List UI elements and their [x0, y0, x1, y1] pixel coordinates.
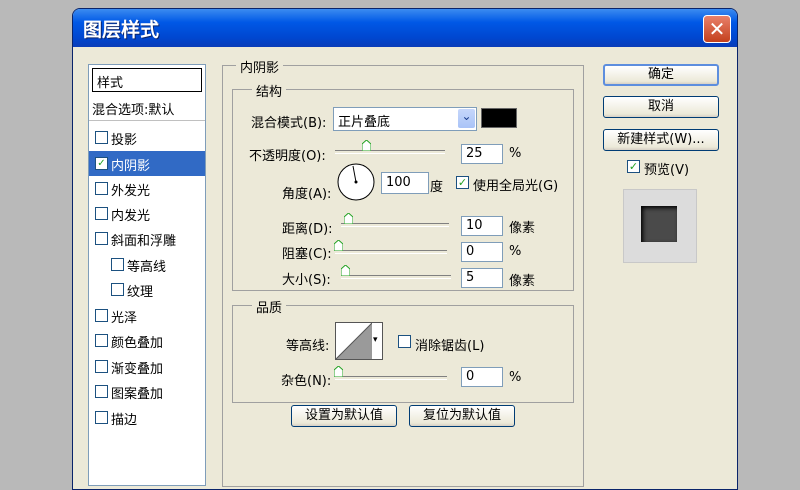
sidebar-item-label: 颜色叠加 — [111, 336, 164, 351]
choke-unit: % — [509, 244, 522, 259]
sidebar-item-drop-shadow[interactable]: 投影 — [89, 125, 205, 150]
outer-glow-checkbox[interactable] — [95, 182, 108, 195]
distance-label: 距离(D): — [282, 222, 333, 237]
ok-button[interactable]: 确定 — [603, 64, 719, 86]
blend-options-label: 混合选项:默认 — [92, 103, 175, 118]
preview-swatch — [641, 206, 677, 242]
blend-mode-select[interactable]: 正片叠底 ⌄ — [333, 107, 477, 131]
antialias-label: 消除锯齿(L) — [415, 339, 485, 354]
gradient-overlay-checkbox[interactable] — [95, 360, 108, 373]
choke-slider[interactable] — [335, 250, 447, 254]
dialog-title: 图层样式 — [83, 19, 160, 41]
layer-style-dialog: 图层样式 ✕ 样式 混合选项:默认 投影 ✓ 内阴影 外发光 内发光 斜面和浮雕 — [72, 8, 738, 490]
satin-checkbox[interactable] — [95, 309, 108, 322]
contour-label: 等高线: — [286, 339, 330, 354]
noise-slider-thumb[interactable] — [334, 366, 343, 377]
styles-list: 样式 混合选项:默认 投影 ✓ 内阴影 外发光 内发光 斜面和浮雕 等高线 纹理… — [88, 64, 206, 486]
stroke-checkbox[interactable] — [95, 411, 108, 424]
opacity-unit: % — [509, 146, 522, 161]
sidebar-item-satin[interactable]: 光泽 — [89, 303, 205, 328]
preview-checkbox[interactable]: ✓ — [627, 160, 640, 173]
inner-shadow-checkbox[interactable]: ✓ — [95, 157, 108, 170]
sidebar-item-label: 光泽 — [111, 311, 138, 326]
close-button[interactable]: ✕ — [703, 15, 731, 43]
sidebar-item-label: 外发光 — [111, 184, 151, 199]
distance-slider[interactable] — [341, 223, 449, 227]
antialias-checkbox[interactable] — [398, 335, 411, 348]
opacity-slider[interactable] — [335, 150, 445, 154]
contour-curve-icon — [336, 323, 372, 359]
distance-unit: 像素 — [509, 221, 536, 236]
reset-default-button[interactable]: 复位为默认值 — [409, 405, 515, 427]
make-default-button[interactable]: 设置为默认值 — [291, 405, 397, 427]
opacity-slider-thumb[interactable] — [362, 140, 371, 151]
bevel-emboss-checkbox[interactable] — [95, 232, 108, 245]
shadow-color-swatch[interactable] — [481, 108, 517, 128]
blend-mode-value: 正片叠底 — [338, 115, 391, 130]
drop-shadow-checkbox[interactable] — [95, 131, 108, 144]
sidebar-item-texture[interactable]: 纹理 — [89, 277, 205, 302]
contour-dropdown-icon: ▾ — [373, 335, 378, 345]
angle-unit: 度 — [430, 180, 444, 195]
size-slider-thumb[interactable] — [341, 265, 350, 276]
sidebar-item-label: 内发光 — [111, 209, 151, 224]
panel-title: 内阴影 — [236, 57, 284, 76]
sidebar-item-label: 投影 — [111, 133, 138, 148]
quality-title: 品质 — [252, 297, 287, 316]
opacity-input[interactable]: 25 — [461, 144, 503, 164]
noise-label: 杂色(N): — [281, 374, 332, 389]
blend-options-item[interactable]: 混合选项:默认 — [89, 95, 205, 121]
sidebar-item-label: 纹理 — [127, 285, 154, 300]
styles-header-label: 样式 — [97, 76, 124, 91]
blend-mode-label: 混合模式(B): — [251, 116, 327, 131]
angle-label: 角度(A): — [282, 187, 332, 202]
sidebar-item-label: 斜面和浮雕 — [111, 234, 177, 249]
sidebar-item-label: 渐变叠加 — [111, 362, 164, 377]
choke-slider-thumb[interactable] — [334, 240, 343, 251]
size-input[interactable]: 5 — [461, 268, 503, 288]
global-light-checkbox[interactable]: ✓ — [456, 176, 469, 189]
pattern-overlay-checkbox[interactable] — [95, 385, 108, 398]
structure-title: 结构 — [252, 81, 287, 100]
noise-slider[interactable] — [335, 376, 447, 380]
sidebar-item-gradient-overlay[interactable]: 渐变叠加 — [89, 354, 205, 379]
global-light-label: 使用全局光(G) — [473, 179, 559, 194]
texture-checkbox[interactable] — [111, 283, 124, 296]
contour-picker[interactable]: ▾ — [335, 322, 383, 360]
sidebar-item-label: 图案叠加 — [111, 387, 164, 402]
sidebar-item-label: 描边 — [111, 413, 138, 428]
sidebar-item-stroke[interactable]: 描边 — [89, 405, 205, 430]
new-style-button[interactable]: 新建样式(W)... — [603, 129, 719, 151]
styles-header[interactable]: 样式 — [92, 68, 202, 92]
size-unit: 像素 — [509, 274, 536, 289]
size-slider[interactable] — [341, 275, 451, 279]
angle-dial[interactable] — [336, 162, 376, 202]
sidebar-item-outer-glow[interactable]: 外发光 — [89, 176, 205, 201]
chevron-down-icon: ⌄ — [458, 109, 475, 128]
sidebar-item-bevel-emboss[interactable]: 斜面和浮雕 — [89, 226, 205, 251]
sidebar-item-pattern-overlay[interactable]: 图案叠加 — [89, 379, 205, 404]
preview-label: 预览(V) — [644, 163, 690, 178]
sidebar-item-label: 内阴影 — [111, 159, 151, 174]
style-preview — [623, 189, 697, 263]
sidebar-item-contour[interactable]: 等高线 — [89, 252, 205, 277]
color-overlay-checkbox[interactable] — [95, 334, 108, 347]
contour-checkbox[interactable] — [111, 258, 124, 271]
distance-input[interactable]: 10 — [461, 216, 503, 236]
choke-input[interactable]: 0 — [461, 242, 503, 262]
sidebar-item-label: 等高线 — [127, 260, 167, 275]
title-bar: 图层样式 ✕ — [73, 9, 737, 47]
noise-input[interactable]: 0 — [461, 367, 503, 387]
noise-unit: % — [509, 370, 522, 385]
choke-label: 阻塞(C): — [282, 247, 332, 262]
sidebar-item-inner-shadow[interactable]: ✓ 内阴影 — [89, 151, 205, 176]
inner-glow-checkbox[interactable] — [95, 207, 108, 220]
size-label: 大小(S): — [282, 273, 331, 288]
opacity-label: 不透明度(O): — [249, 149, 326, 164]
distance-slider-thumb[interactable] — [344, 213, 353, 224]
sidebar-item-inner-glow[interactable]: 内发光 — [89, 201, 205, 226]
sidebar-item-color-overlay[interactable]: 颜色叠加 — [89, 328, 205, 353]
cancel-button[interactable]: 取消 — [603, 96, 719, 118]
angle-input[interactable]: 100 — [381, 172, 429, 194]
